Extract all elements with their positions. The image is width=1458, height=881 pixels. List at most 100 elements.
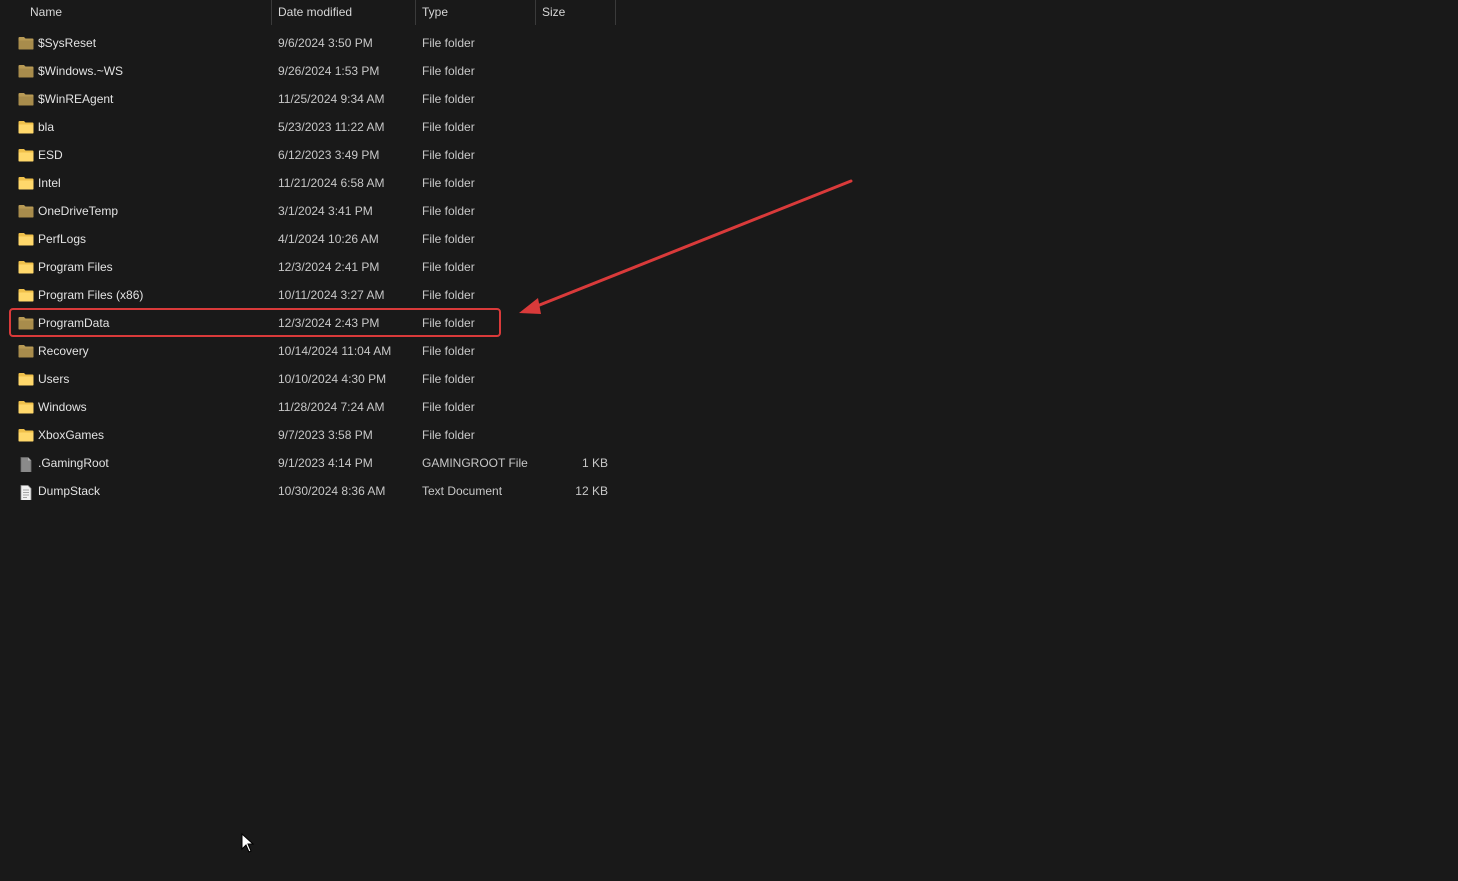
file-date-modified: 12/3/2024 2:41 PM [278,260,380,274]
file-type: File folder [422,372,475,386]
column-divider[interactable] [615,0,616,25]
file-size [536,365,608,393]
file-name: Program Files [38,260,113,274]
file-size [536,393,608,421]
file-name: .GamingRoot [38,456,109,470]
file-name: Program Files (x86) [38,288,144,302]
column-header-type[interactable]: Type [416,0,534,25]
column-header-date[interactable]: Date modified [272,0,414,25]
file-date-modified: 11/25/2024 9:34 AM [278,92,385,106]
folder-icon [18,92,34,106]
file-type: File folder [422,260,475,274]
folder-icon [18,344,34,358]
folder-icon [18,64,34,78]
file-name: ProgramData [38,316,110,330]
file-type: File folder [422,344,475,358]
file-size [536,421,608,449]
file-icon [18,456,34,473]
file-date-modified: 9/6/2024 3:50 PM [278,36,373,50]
file-row[interactable]: DumpStack 10/30/2024 8:36 AM Text Document… [0,477,616,505]
sort-ascending-icon: ⌃ [143,0,151,6]
file-name: Recovery [38,344,89,358]
file-type: GAMINGROOT File [422,456,528,470]
file-row[interactable]: Intel 11/21/2024 6:58 AM File folder [0,169,616,197]
file-row[interactable]: XboxGames 9/7/2023 3:58 PM File folder [0,421,616,449]
file-type: Text Document [422,484,503,498]
file-size [536,225,608,253]
text-document-icon [18,484,34,501]
file-explorer-list: Name ⌃ Date modified Type Size $SysReset… [0,0,1458,881]
file-size [536,85,608,113]
file-name: $SysReset [38,36,97,50]
file-date-modified: 11/28/2024 7:24 AM [278,400,385,414]
file-type: File folder [422,204,475,218]
file-row[interactable]: Program Files 12/3/2024 2:41 PM File folde… [0,253,616,281]
file-date-modified: 4/1/2024 10:26 AM [278,232,379,246]
file-name: bla [38,120,55,134]
file-size [536,113,608,141]
file-date-modified: 5/23/2023 11:22 AM [278,120,385,134]
file-list: $SysReset 9/6/2024 3:50 PM File folder $Win… [0,29,640,505]
folder-icon [18,148,34,162]
file-row[interactable]: ProgramData 12/3/2024 2:43 PM File folder [0,309,616,337]
file-date-modified: 11/21/2024 6:58 AM [278,176,385,190]
folder-icon [18,176,34,190]
file-type: File folder [422,176,475,190]
file-size: 12 KB [575,484,608,498]
folder-icon [18,372,34,386]
file-date-modified: 9/7/2023 3:58 PM [278,428,373,442]
column-header-type-label: Type [422,5,449,19]
file-date-modified: 10/30/2024 8:36 AM [278,484,386,498]
file-row[interactable]: $Windows.~WS 9/26/2024 1:53 PM File folder [0,57,616,85]
folder-icon [18,232,34,246]
column-header-size-label: Size [542,5,566,19]
folder-icon [18,428,34,442]
file-date-modified: 10/11/2024 3:27 AM [278,288,385,302]
folder-icon [18,120,34,134]
file-size [536,169,608,197]
folder-icon [18,204,34,218]
file-name: $Windows.~WS [38,64,124,78]
file-date-modified: 9/26/2024 1:53 PM [278,64,380,78]
file-name: $WinREAgent [38,92,114,106]
file-size [536,309,608,337]
file-size [536,281,608,309]
file-size [536,57,608,85]
file-size [536,337,608,365]
file-row[interactable]: $WinREAgent 11/25/2024 9:34 AM File folder [0,85,616,113]
file-type: File folder [422,64,475,78]
file-size [536,197,608,225]
file-date-modified: 6/12/2023 3:49 PM [278,148,380,162]
file-date-modified: 3/1/2024 3:41 PM [278,204,373,218]
file-row[interactable]: OneDriveTemp 3/1/2024 3:41 PM File folder [0,197,616,225]
file-name: Windows [38,400,87,414]
file-date-modified: 10/14/2024 11:04 AM [278,344,392,358]
file-type: File folder [422,120,475,134]
folder-icon [18,316,34,330]
file-row[interactable]: Windows 11/28/2024 7:24 AM File folder [0,393,616,421]
column-header-size[interactable]: Size [536,0,614,25]
file-row[interactable]: Recovery 10/14/2024 11:04 AM File folder [0,337,616,365]
file-name: XboxGames [38,428,105,442]
file-row[interactable]: PerfLogs 4/1/2024 10:26 AM File folder [0,225,616,253]
file-row[interactable]: ESD 6/12/2023 3:49 PM File folder [0,141,616,169]
file-name: ESD [38,148,63,162]
file-type: File folder [422,36,475,50]
file-row[interactable]: Program Files (x86) 10/11/2024 3:27 AM Fil… [0,281,616,309]
column-header-date-label: Date modified [278,5,353,19]
file-date-modified: 10/10/2024 4:30 PM [278,372,387,386]
file-row[interactable]: bla 5/23/2023 11:22 AM File folder [0,113,616,141]
file-type: File folder [422,316,475,330]
file-type: File folder [422,288,475,302]
file-date-modified: 12/3/2024 2:43 PM [278,316,380,330]
folder-icon [18,36,34,50]
file-row[interactable]: .GamingRoot 9/1/2023 4:14 PM GAMINGROOT Fi… [0,449,616,477]
file-row[interactable]: Users 10/10/2024 4:30 PM File folder [0,365,616,393]
folder-icon [18,400,34,414]
file-type: File folder [422,428,475,442]
file-name: OneDriveTemp [38,204,119,218]
column-header-name-label: Name [30,5,63,19]
file-name: Intel [38,176,61,190]
file-name: Users [38,372,70,386]
file-row[interactable]: $SysReset 9/6/2024 3:50 PM File folder [0,29,616,57]
